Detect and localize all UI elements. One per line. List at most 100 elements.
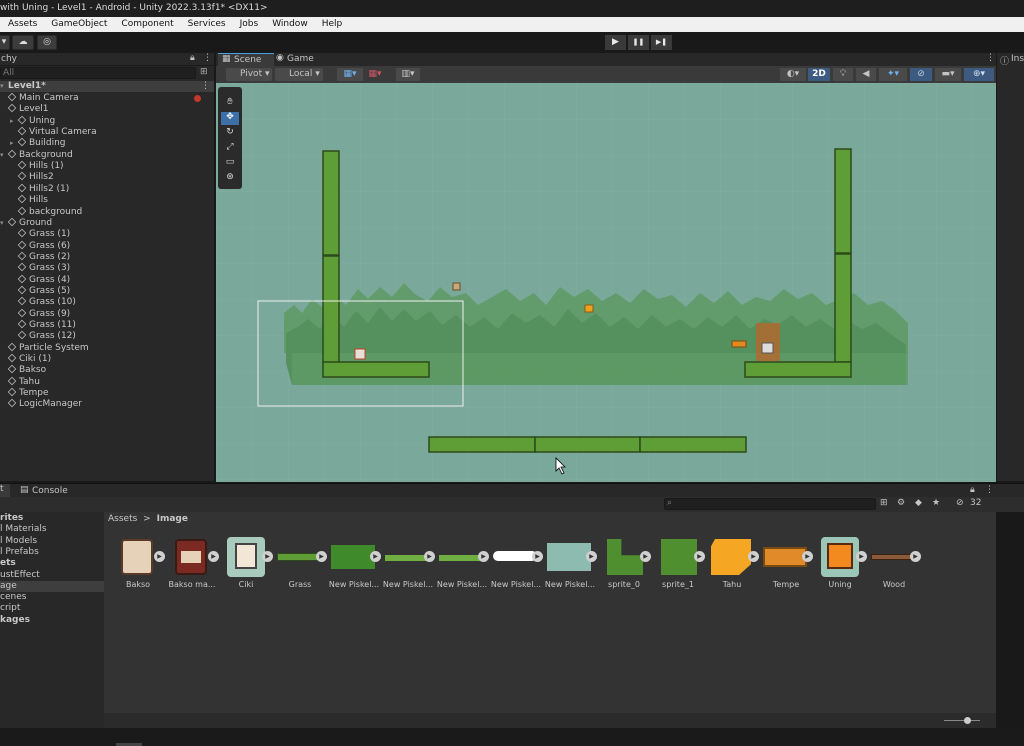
menu-component[interactable]: Component: [113, 17, 179, 32]
hierarchy-item[interactable]: Grass (2): [0, 251, 214, 263]
hierarchy-item[interactable]: Particle System: [0, 342, 214, 354]
move-tool-icon[interactable]: ✥: [221, 112, 239, 125]
project-tree-item[interactable]: cript: [0, 603, 104, 614]
audio-toggle[interactable]: ◀︎: [856, 68, 876, 81]
project-tree-item[interactable]: ets: [0, 558, 104, 569]
asset-tile[interactable]: ▶ Uning: [813, 537, 867, 593]
scene-menu-icon[interactable]: ⋮: [986, 53, 995, 63]
project-tree-item[interactable]: kages: [0, 615, 104, 626]
hierarchy-item[interactable]: Grass (11): [0, 319, 214, 331]
expand-sprite-icon[interactable]: ▶: [262, 551, 273, 562]
scene-row[interactable]: ▾ Level1* ⋮: [0, 81, 214, 93]
expand-arrow-icon[interactable]: ▸: [10, 116, 18, 127]
hierarchy-item[interactable]: Hills (1): [0, 160, 214, 172]
filter-icon[interactable]: ⚙︎: [897, 498, 905, 508]
hierarchy-item[interactable]: Hills: [0, 194, 214, 206]
project-tree-item[interactable]: rites: [0, 513, 104, 524]
hierarchy-item[interactable]: Grass (12): [0, 331, 214, 342]
asset-tile[interactable]: ▶ Tahu: [705, 537, 759, 593]
menu-help[interactable]: Help: [314, 17, 349, 32]
asset-tile[interactable]: ▶ New Piskel...: [489, 537, 543, 593]
scene-canvas[interactable]: [216, 83, 996, 482]
asset-tile[interactable]: ▶ New Piskel...: [381, 537, 435, 593]
hierarchy-item[interactable]: Grass (6): [0, 240, 214, 252]
zoom-slider-track[interactable]: [944, 720, 980, 721]
hierarchy-item[interactable]: Grass (5): [0, 285, 214, 297]
expand-arrow-icon[interactable]: ▾: [0, 150, 8, 161]
account-button[interactable]: ▾: [0, 35, 10, 50]
menu-assets[interactable]: Assets: [0, 17, 43, 32]
hierarchy-tab[interactable]: chy 🔒︎ ⋮: [0, 53, 214, 66]
panel-menu-icon[interactable]: ⋮: [985, 485, 994, 495]
draw-mode-dropdown[interactable]: ◐▾: [780, 68, 806, 81]
hierarchy-item[interactable]: Hills2: [0, 172, 214, 183]
menu-window[interactable]: Window: [264, 17, 314, 32]
hierarchy-item[interactable]: Grass (9): [0, 308, 214, 320]
tab-scene[interactable]: ▦ Scene: [218, 53, 274, 66]
breadcrumb-assets[interactable]: Assets: [108, 514, 137, 524]
asset-tile[interactable]: ▶ New Piskel...: [435, 537, 489, 593]
scale-tool-icon[interactable]: ⤢: [221, 142, 239, 155]
play-button[interactable]: ▶: [605, 35, 626, 50]
grid-snap-button[interactable]: ▦▾: [337, 68, 363, 81]
local-dropdown[interactable]: Local ▾: [275, 68, 323, 81]
project-tree-item[interactable]: l Prefabs: [0, 547, 104, 558]
asset-tile[interactable]: ▶ New Piskel...: [543, 537, 597, 593]
step-button[interactable]: ▶❚: [651, 35, 672, 50]
hierarchy-item[interactable]: ▸ Building: [0, 138, 214, 149]
pivot-dropdown[interactable]: Pivot ▾: [226, 68, 272, 81]
zoom-slider-handle[interactable]: [964, 717, 971, 724]
expand-sprite-icon[interactable]: ▶: [856, 551, 867, 562]
hierarchy-item[interactable]: Ciki (1): [0, 353, 214, 365]
hierarchy-item[interactable]: background: [0, 206, 214, 218]
inspector-tab[interactable]: Ins: [1011, 54, 1024, 64]
scene-menu-icon[interactable]: ⋮: [201, 81, 210, 92]
save-search-icon[interactable]: ★: [932, 498, 940, 508]
project-search-input[interactable]: ⌕: [664, 498, 876, 510]
asset-tile[interactable]: ▶ Tempe: [759, 537, 813, 593]
hierarchy-item[interactable]: Main Camera: [0, 92, 214, 104]
menu-services[interactable]: Services: [180, 17, 232, 32]
tab-game[interactable]: ◉ Game: [276, 53, 322, 66]
project-tree-item[interactable]: l Models: [0, 536, 104, 547]
hidden-objects-toggle[interactable]: ⊘: [910, 68, 932, 81]
cloud-icon[interactable]: ☁: [12, 35, 34, 50]
lock-icon[interactable]: 🔒︎: [190, 53, 195, 63]
effects-dropdown[interactable]: ✦▾: [879, 68, 907, 81]
breadcrumb-image[interactable]: Image: [157, 514, 188, 524]
expand-sprite-icon[interactable]: ▶: [424, 551, 435, 562]
search-by-type-icon[interactable]: ⊞: [880, 498, 888, 508]
hierarchy-item[interactable]: Grass (10): [0, 297, 214, 308]
expand-sprite-icon[interactable]: ▶: [586, 551, 597, 562]
hidden-packages-icon[interactable]: ⊘: [956, 498, 964, 508]
expand-arrow-icon[interactable]: ▸: [10, 138, 18, 149]
hand-tool-icon[interactable]: ✋︎: [221, 97, 239, 110]
menu-jobs[interactable]: Jobs: [232, 17, 265, 32]
expand-sprite-icon[interactable]: ▶: [640, 551, 651, 562]
hierarchy-item[interactable]: Grass (1): [0, 228, 214, 240]
expand-sprite-icon[interactable]: ▶: [316, 551, 327, 562]
project-tree-item[interactable]: ustEffect: [0, 570, 104, 581]
expand-sprite-icon[interactable]: ▶: [154, 551, 165, 562]
expand-sprite-icon[interactable]: ▶: [694, 551, 705, 562]
hierarchy-item[interactable]: Grass (3): [0, 263, 214, 274]
project-tree-item[interactable]: cenes: [0, 592, 104, 603]
expand-sprite-icon[interactable]: ▶: [532, 551, 543, 562]
asset-tile[interactable]: ▶ Wood: [867, 537, 921, 593]
label-icon[interactable]: ◆: [915, 498, 922, 508]
asset-tile[interactable]: ▶ Grass: [273, 537, 327, 593]
hierarchy-item[interactable]: ▾ Background: [0, 149, 214, 161]
project-tree-item[interactable]: age: [0, 580, 104, 592]
tab-console[interactable]: ▤ Console: [20, 484, 70, 498]
error-icon[interactable]: [194, 95, 201, 102]
expand-sprite-icon[interactable]: ▶: [748, 551, 759, 562]
camera-dropdown[interactable]: ▬▾: [935, 68, 961, 81]
asset-tile[interactable]: ▶ Ciki: [219, 537, 273, 593]
menu-gameobject[interactable]: GameObject: [43, 17, 113, 32]
pause-button[interactable]: ❚❚: [628, 35, 649, 50]
grid-visibility-button[interactable]: ▥▾: [396, 68, 420, 81]
hierarchy-item[interactable]: Tempe: [0, 387, 214, 399]
asset-tile[interactable]: ▶ New Piskel...: [327, 537, 381, 593]
transform-tool-icon[interactable]: ⊛: [221, 172, 239, 185]
expand-sprite-icon[interactable]: ▶: [802, 551, 813, 562]
